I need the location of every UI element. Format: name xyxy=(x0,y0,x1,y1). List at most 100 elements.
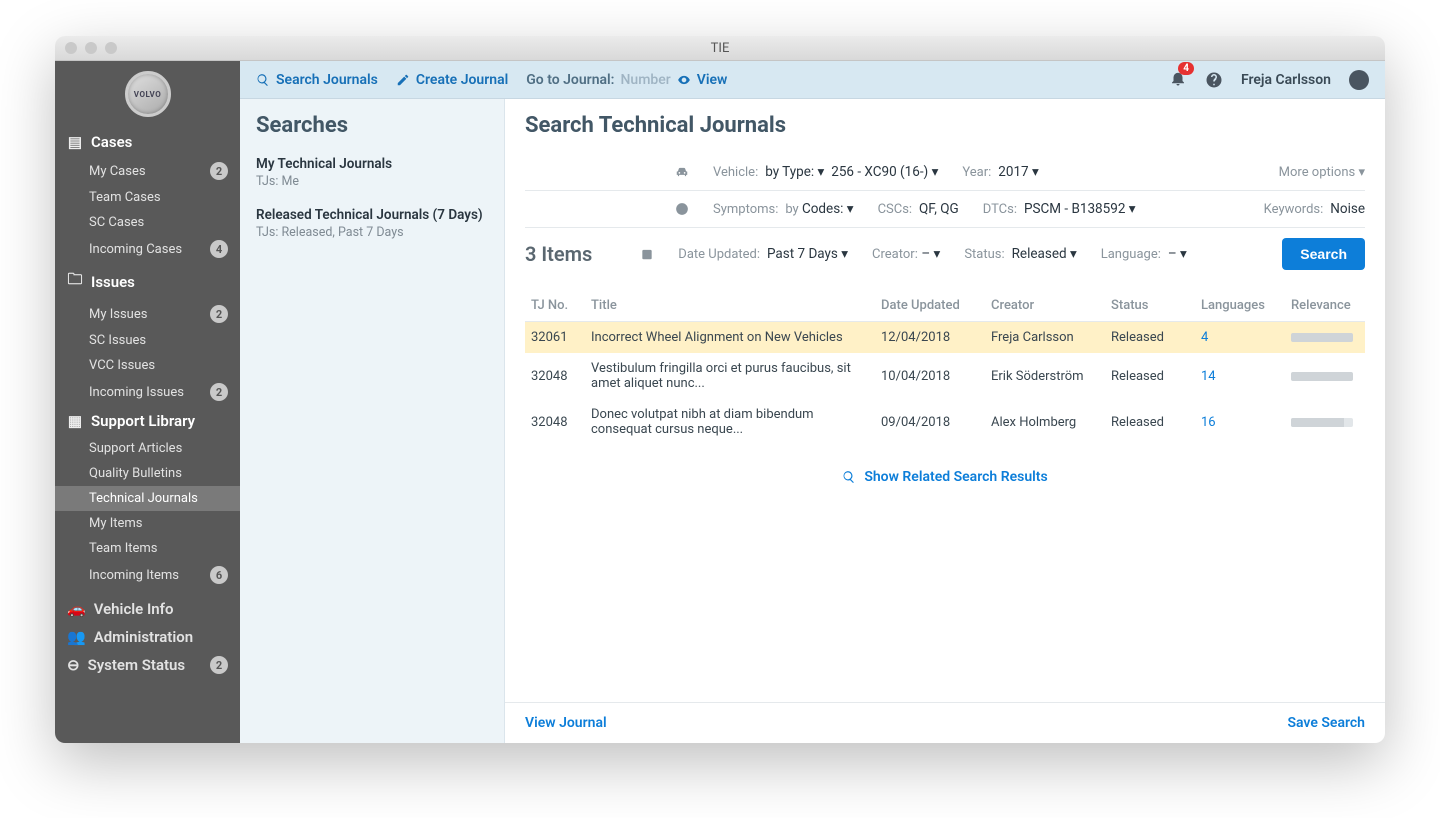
notifications-button[interactable]: 4 xyxy=(1169,69,1187,91)
footer-bar: View Journal Save Search xyxy=(505,702,1385,743)
close-icon[interactable] xyxy=(65,42,77,54)
vehicle-value-dropdown[interactable]: 256 - XC90 (16-) ▾ xyxy=(831,164,938,180)
goto-journal[interactable]: Go to Journal: Number View xyxy=(526,72,727,88)
sidebar-item-vehicle-info[interactable]: 🚗Vehicle Info xyxy=(55,595,240,623)
languages-link[interactable]: 14 xyxy=(1201,369,1216,384)
file-icon: ▤ xyxy=(67,133,83,151)
sidebar-item-sc-issues[interactable]: SC Issues xyxy=(55,328,240,353)
eye-icon xyxy=(677,73,691,87)
cell-title: Vestibulum fringilla orci et purus fauci… xyxy=(585,353,875,399)
cell-creator: Alex Holmberg xyxy=(985,399,1105,445)
sidebar-item-my-items[interactable]: My Items xyxy=(55,511,240,536)
results-title: Search Technical Journals xyxy=(525,113,1365,138)
items-count: 3 Items xyxy=(525,242,592,266)
sidebar-item-administration[interactable]: 👥Administration xyxy=(55,623,240,651)
sidebar-item-label: Quality Bulletins xyxy=(89,466,182,481)
sidebar-item-my-issues[interactable]: My Issues2 xyxy=(55,300,240,328)
saved-search-subtitle: TJs: Released, Past 7 Days xyxy=(256,225,488,240)
saved-search-title: My Technical Journals xyxy=(256,156,488,172)
search-journals-link[interactable]: Search Journals xyxy=(256,72,378,88)
cell-status: Released xyxy=(1105,353,1195,399)
vehicle-by-type-dropdown[interactable]: by Type: ▾ xyxy=(765,164,824,180)
cscs-value[interactable]: QF, QG xyxy=(919,201,959,217)
sidebar-item-label: My Items xyxy=(89,516,143,531)
sidebar: VOLVO ▤CasesMy Cases2Team CasesSC CasesI… xyxy=(55,61,240,743)
language-dropdown[interactable]: – ▾ xyxy=(1168,246,1187,262)
status-dropdown[interactable]: Released ▾ xyxy=(1012,246,1077,262)
sidebar-item-label: My Cases xyxy=(89,164,146,179)
traffic-lights[interactable] xyxy=(55,42,117,54)
show-related-link[interactable]: Show Related Search Results xyxy=(525,469,1365,485)
titlebar: TIE xyxy=(55,36,1385,61)
nav-section-support-library[interactable]: ▦ Support Library xyxy=(55,406,240,436)
sidebar-item-support-articles[interactable]: Support Articles xyxy=(55,436,240,461)
year-value-dropdown[interactable]: 2017 ▾ xyxy=(998,164,1038,180)
sidebar-item-incoming-items[interactable]: Incoming Items6 xyxy=(55,561,240,589)
sidebar-item-label: Administration xyxy=(94,628,193,646)
col-languages[interactable]: Languages xyxy=(1195,288,1285,322)
sidebar-item-team-cases[interactable]: Team Cases xyxy=(55,185,240,210)
languages-link[interactable]: 16 xyxy=(1201,415,1216,430)
topbar: Search Journals Create Journal Go to Jou… xyxy=(240,61,1385,99)
symptoms-label: Symptoms: xyxy=(713,202,778,217)
cell-status: Released xyxy=(1105,399,1195,445)
sidebar-item-my-cases[interactable]: My Cases2 xyxy=(55,157,240,185)
notifications-badge: 4 xyxy=(1178,62,1194,75)
table-row[interactable]: 32048Vestibulum fringilla orci et purus … xyxy=(525,353,1365,399)
relevance-bar xyxy=(1291,418,1353,427)
col-status[interactable]: Status xyxy=(1105,288,1195,322)
view-journal-link[interactable]: View Journal xyxy=(525,715,607,731)
nav-section-label: Support Library xyxy=(91,412,195,430)
sidebar-item-quality-bulletins[interactable]: Quality Bulletins xyxy=(55,461,240,486)
results-panel: Search Technical Journals Vehicle: by Ty… xyxy=(505,99,1385,743)
table-row[interactable]: 32061Incorrect Wheel Alignment on New Ve… xyxy=(525,322,1365,354)
sidebar-item-incoming-cases[interactable]: Incoming Cases4 xyxy=(55,235,240,263)
sidebar-item-label: Team Items xyxy=(89,541,158,556)
goto-journal-label: Go to Journal: xyxy=(526,72,614,88)
languages-link[interactable]: 4 xyxy=(1201,330,1208,345)
search-journals-label: Search Journals xyxy=(276,72,378,88)
table-row[interactable]: 32048Donec volutpat nibh at diam bibendu… xyxy=(525,399,1365,445)
minimize-icon[interactable] xyxy=(85,42,97,54)
creator-dropdown[interactable]: – ▾ xyxy=(921,246,940,262)
book-icon: ▦ xyxy=(67,412,83,430)
user-avatar-icon[interactable] xyxy=(1349,70,1369,90)
help-icon[interactable] xyxy=(1205,71,1223,89)
cell-status: Released xyxy=(1105,322,1195,354)
nav-section-label: Cases xyxy=(91,133,132,151)
nav-section-issues[interactable]: 🗀Issues xyxy=(55,263,240,300)
sidebar-item-label: Vehicle Info xyxy=(94,600,174,618)
col-tj-no-[interactable]: TJ No. xyxy=(525,288,585,322)
main: Search Journals Create Journal Go to Jou… xyxy=(240,61,1385,743)
symptoms-codes-dropdown[interactable]: Codes: ▾ xyxy=(802,201,854,217)
cell-date: 12/04/2018 xyxy=(875,322,985,354)
saved-search-item[interactable]: Released Technical Journals (7 Days) TJs:… xyxy=(256,207,488,240)
logo: VOLVO xyxy=(55,67,240,127)
col-creator[interactable]: Creator xyxy=(985,288,1105,322)
sidebar-item-team-items[interactable]: Team Items xyxy=(55,536,240,561)
search-button[interactable]: Search xyxy=(1282,238,1365,270)
searches-title: Searches xyxy=(256,113,488,138)
col-title[interactable]: Title xyxy=(585,288,875,322)
count-badge: 4 xyxy=(210,240,228,258)
sidebar-item-incoming-issues[interactable]: Incoming Issues2 xyxy=(55,378,240,406)
more-options-dropdown[interactable]: More options ▾ xyxy=(1279,165,1365,180)
cell-title: Donec volutpat nibh at diam bibendum con… xyxy=(585,399,875,445)
keywords-value[interactable]: Noise xyxy=(1330,201,1365,217)
saved-search-title: Released Technical Journals (7 Days) xyxy=(256,207,488,223)
sidebar-item-technical-journals[interactable]: Technical Journals xyxy=(55,486,240,511)
date-updated-dropdown[interactable]: Past 7 Days ▾ xyxy=(767,246,848,262)
saved-search-item[interactable]: My Technical JournalsTJs: Me xyxy=(256,156,488,189)
goto-journal-placeholder: Number xyxy=(621,72,671,88)
dtcs-value-dropdown[interactable]: PSCM - B138592 ▾ xyxy=(1024,201,1136,217)
save-search-link[interactable]: Save Search xyxy=(1287,715,1365,731)
sidebar-item-system-status[interactable]: ⊖System Status2 xyxy=(55,651,240,679)
create-journal-link[interactable]: Create Journal xyxy=(396,72,508,88)
col-date-updated[interactable]: Date Updated xyxy=(875,288,985,322)
sidebar-item-sc-cases[interactable]: SC Cases xyxy=(55,210,240,235)
cell-date: 09/04/2018 xyxy=(875,399,985,445)
maximize-icon[interactable] xyxy=(105,42,117,54)
sidebar-item-vcc-issues[interactable]: VCC Issues xyxy=(55,353,240,378)
nav-section-cases[interactable]: ▤ Cases xyxy=(55,127,240,157)
col-relevance[interactable]: Relevance xyxy=(1285,288,1365,322)
